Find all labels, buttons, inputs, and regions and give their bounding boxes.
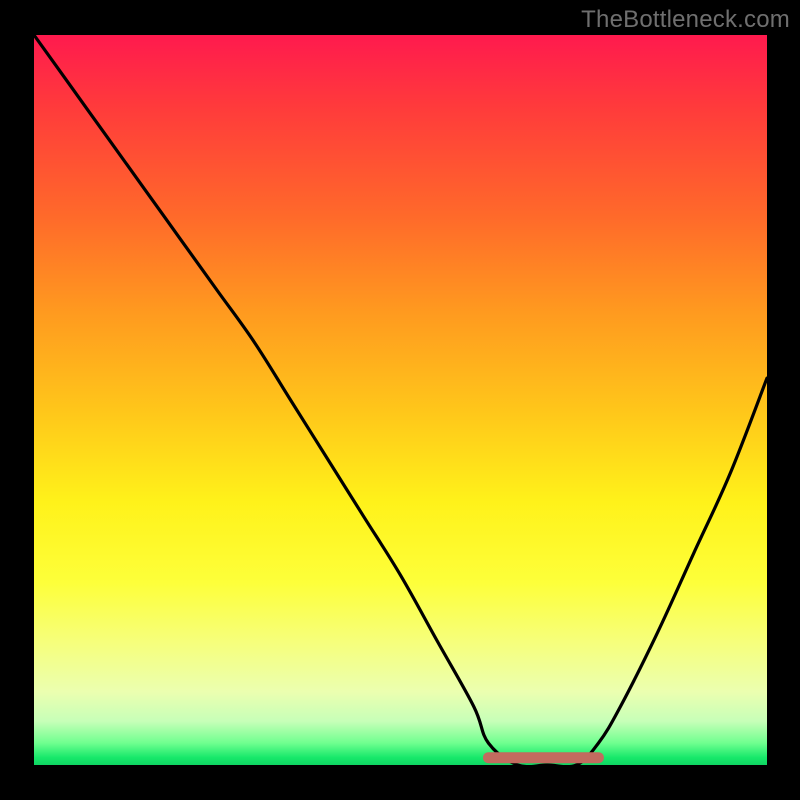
chart-frame: TheBottleneck.com <box>0 0 800 800</box>
bottleneck-curve-path <box>34 35 767 767</box>
bottleneck-curve-svg <box>34 35 767 765</box>
plot-area <box>34 35 767 765</box>
watermark-label: TheBottleneck.com <box>581 6 790 34</box>
